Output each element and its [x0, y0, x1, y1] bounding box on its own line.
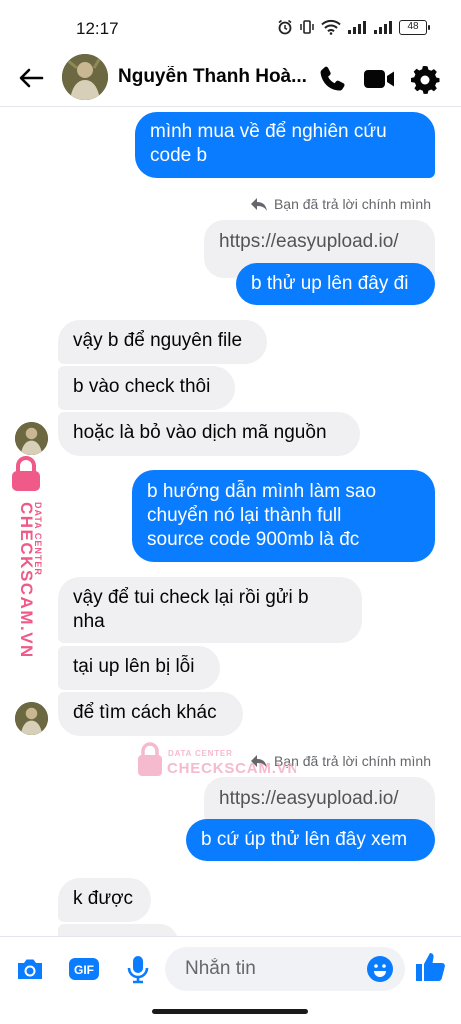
message-outgoing[interactable]: mình mua về để nghiên cứu code b: [135, 112, 435, 178]
vibrate-icon: [300, 20, 314, 34]
watermark-side-text: CHECKSCAM.VN DATA CENTER: [17, 502, 43, 656]
watermark-side: CHECKSCAM.VN DATA CENTER: [2, 456, 54, 656]
message-line: b cứ úp thử lên đây xem: [201, 829, 408, 850]
message-incoming[interactable]: tại up lên bị lỗi: [58, 646, 220, 690]
watermark-center: DATA CENTER CHECKSCAM.VN: [138, 742, 296, 777]
reply-note-text: Bạn đã trả lời chính mình: [273, 753, 431, 769]
watermark-line1: DATA CENTER: [168, 749, 233, 758]
quoted-text: https://easyupload.io/: [219, 788, 399, 809]
back-arrow-icon[interactable]: [16, 63, 46, 93]
quoted-text: https://easyupload.io/: [219, 231, 399, 252]
sender-avatar[interactable]: [15, 422, 48, 455]
reply-icon: [250, 198, 267, 211]
thumbs-up-icon[interactable]: [412, 949, 448, 985]
phone-icon[interactable]: [316, 62, 350, 96]
signal-icon: [348, 21, 366, 34]
microphone-icon[interactable]: [122, 953, 154, 985]
status-time: 12:17: [76, 19, 119, 38]
message-line: vậy b để nguyên file: [73, 330, 243, 351]
gear-icon[interactable]: [408, 62, 442, 96]
gif-label: GIF: [74, 963, 94, 977]
reply-note-text: Bạn đã trả lời chính mình: [273, 196, 431, 212]
wifi-icon: [321, 19, 341, 35]
message-outgoing[interactable]: b cứ úp thử lên đây xem: [186, 819, 435, 861]
watermark-line1: DATA CENTER: [33, 502, 43, 576]
avatar-photo: [15, 422, 48, 455]
message-line: code b: [150, 145, 208, 166]
message-line: source code 900mb là đc: [147, 529, 360, 550]
lock-icon: [138, 742, 162, 776]
message-incoming[interactable]: vậy để tui check lại rồi gửi b nha: [58, 577, 362, 643]
message-outgoing[interactable]: b hướng dẫn mình làm sao chuyển nó lại t…: [132, 470, 435, 562]
message-line: chuyển nó lại thành full: [147, 505, 342, 526]
message-line: tại up lên bị lỗi: [73, 656, 195, 677]
avatar-photo: [62, 54, 108, 100]
message-line: b vào check thôi: [73, 376, 211, 397]
camera-icon[interactable]: [14, 953, 46, 985]
message-line: b thử up lên đây đi: [251, 273, 409, 294]
avatar-photo: [15, 702, 48, 735]
message-outgoing[interactable]: b thử up lên đây đi: [236, 263, 435, 305]
status-icons: 48: [277, 19, 430, 35]
contact-avatar[interactable]: [62, 54, 108, 100]
message-line: b hướng dẫn mình làm sao: [147, 481, 377, 502]
gif-icon[interactable]: GIF: [68, 953, 100, 985]
contact-name[interactable]: Nguyễn Thanh Hoà...: [118, 66, 314, 88]
lock-icon: [12, 456, 40, 491]
reply-note: Bạn đã trả lời chính mình: [250, 196, 431, 212]
message-composer: GIF: [0, 936, 461, 1000]
message-incoming[interactable]: k được: [58, 878, 151, 922]
status-bar: 12:17 48: [0, 0, 461, 56]
watermark-line2: CHECKSCAM.VN: [167, 760, 296, 777]
message-incoming[interactable]: hoặc là bỏ vào dịch mã nguồn: [58, 412, 360, 456]
chat-header: Nguyễn Thanh Hoà...: [0, 52, 461, 104]
home-indicator[interactable]: [152, 1009, 308, 1014]
emoji-icon[interactable]: [366, 955, 394, 983]
message-incoming[interactable]: để tìm cách khác: [58, 692, 243, 736]
battery-icon: 48: [399, 19, 430, 35]
header-divider: [0, 106, 461, 107]
message-line: vậy để tui check lại rồi gửi b: [73, 587, 309, 608]
message-line: k được: [73, 888, 134, 909]
message-incoming[interactable]: b vào check thôi: [58, 366, 235, 410]
message-incoming[interactable]: vậy b để nguyên file: [58, 320, 267, 364]
system-nav-bar: [0, 1000, 461, 1024]
signal-icon-2: [374, 21, 392, 34]
message-line: hoặc là bỏ vào dịch mã nguồn: [73, 422, 327, 443]
video-camera-icon[interactable]: [362, 62, 396, 96]
alarm-icon: [278, 19, 292, 35]
message-line: nha: [73, 611, 105, 632]
sender-avatar[interactable]: [15, 702, 48, 735]
message-line: để tìm cách khác: [73, 702, 217, 723]
message-line: mình mua về để nghiên cứu: [150, 121, 387, 142]
